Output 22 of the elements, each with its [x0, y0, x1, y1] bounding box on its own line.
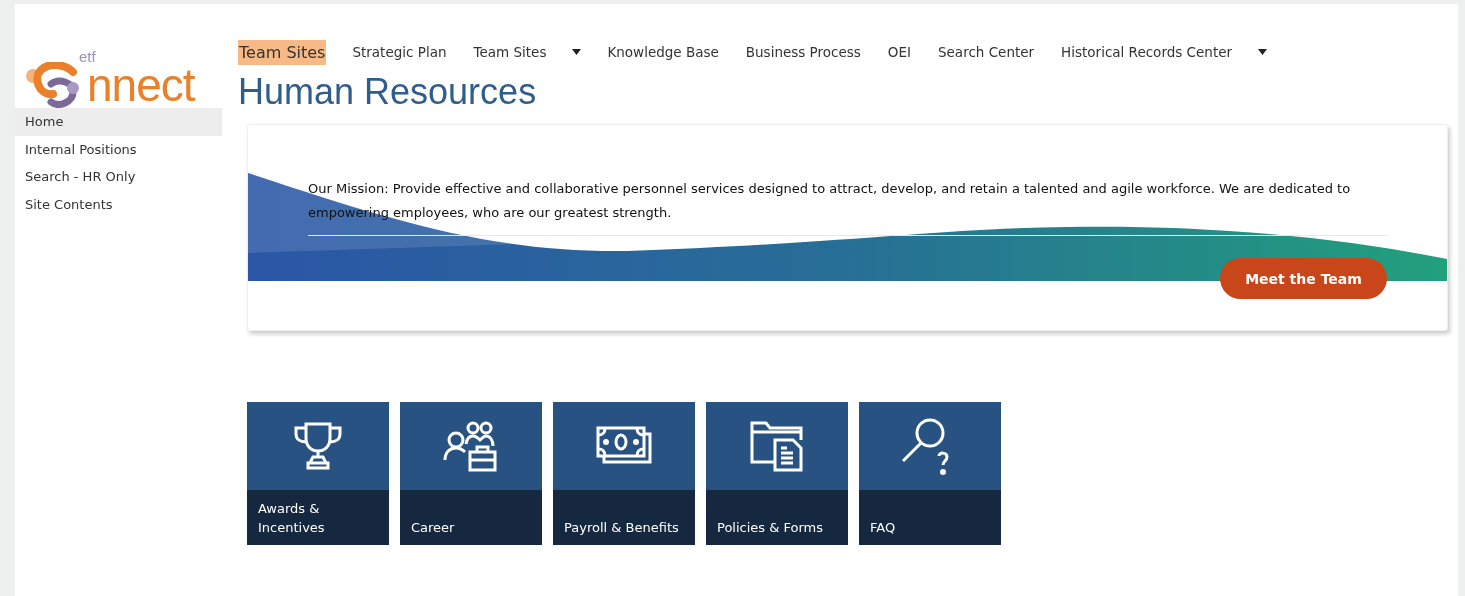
trophy-icon: [292, 421, 344, 471]
nav-link[interactable]: Knowledge Base: [606, 41, 720, 63]
nav-link[interactable]: Team Sites: [238, 39, 327, 65]
banknote-icon: [596, 426, 652, 466]
nav-link[interactable]: Historical Records Center: [1060, 41, 1234, 63]
people-briefcase-icon: [443, 420, 499, 472]
nav-link[interactable]: OEI: [886, 41, 912, 63]
logo-etf-text: etf: [79, 48, 96, 65]
folder-document-icon: [749, 420, 805, 472]
nav-link[interactable]: Search Center: [937, 41, 1036, 63]
meet-team-button[interactable]: Meet the Team: [1220, 258, 1387, 299]
caret-icon[interactable]: [1258, 49, 1268, 55]
nav-link[interactable]: Strategic Plan: [351, 41, 448, 63]
sidebar-item[interactable]: Site Contents: [15, 190, 222, 218]
sidebar-item[interactable]: Home: [15, 108, 222, 136]
nav-link[interactable]: Business Process: [744, 41, 862, 63]
caret-icon[interactable]: [572, 49, 582, 55]
sidebar-item[interactable]: Internal Positions: [15, 135, 222, 163]
nav-link[interactable]: Team Sites: [472, 41, 548, 63]
sidebar-item[interactable]: Search - HR Only: [15, 163, 222, 191]
page-title: Human Resources: [238, 70, 538, 114]
logo-text: nnect: [87, 62, 195, 108]
